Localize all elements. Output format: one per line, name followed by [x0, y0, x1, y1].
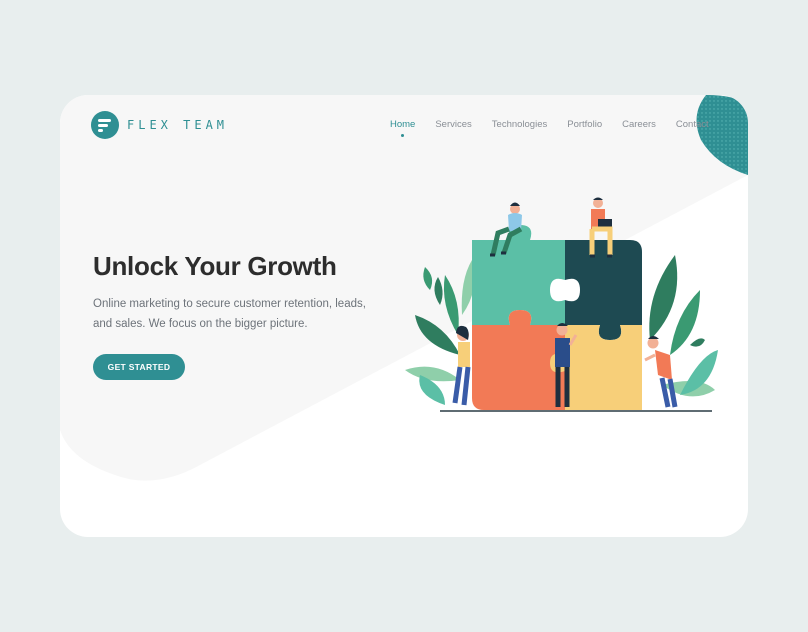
nav-careers[interactable]: Careers — [622, 119, 656, 130]
logo-icon — [91, 111, 119, 139]
person-man-right — [644, 336, 678, 408]
nav-technologies[interactable]: Technologies — [492, 119, 547, 130]
get-started-button[interactable]: GET STARTED — [93, 354, 185, 380]
nav-services[interactable]: Services — [435, 119, 471, 130]
nav-contact[interactable]: Contact — [676, 119, 709, 130]
nav-portfolio[interactable]: Portfolio — [567, 119, 602, 130]
teamwork-puzzle-illustration — [405, 197, 718, 412]
hero-title: Unlock Your Growth — [93, 251, 337, 281]
brand-name: FLEX TEAM — [127, 118, 229, 132]
corner-dotted-blob — [696, 95, 748, 175]
brand-logo[interactable]: FLEX TEAM — [91, 111, 228, 139]
nav-home[interactable]: Home — [390, 119, 415, 137]
hero-description: Online marketing to secure customer rete… — [93, 298, 366, 330]
puzzle-piece-teal — [472, 225, 565, 325]
person-woman-left — [452, 325, 471, 406]
hero-card: FLEX TEAM Home Services Technologies Por… — [60, 95, 748, 537]
main-nav: Home Services Technologies Portfolio Car… — [390, 119, 729, 137]
